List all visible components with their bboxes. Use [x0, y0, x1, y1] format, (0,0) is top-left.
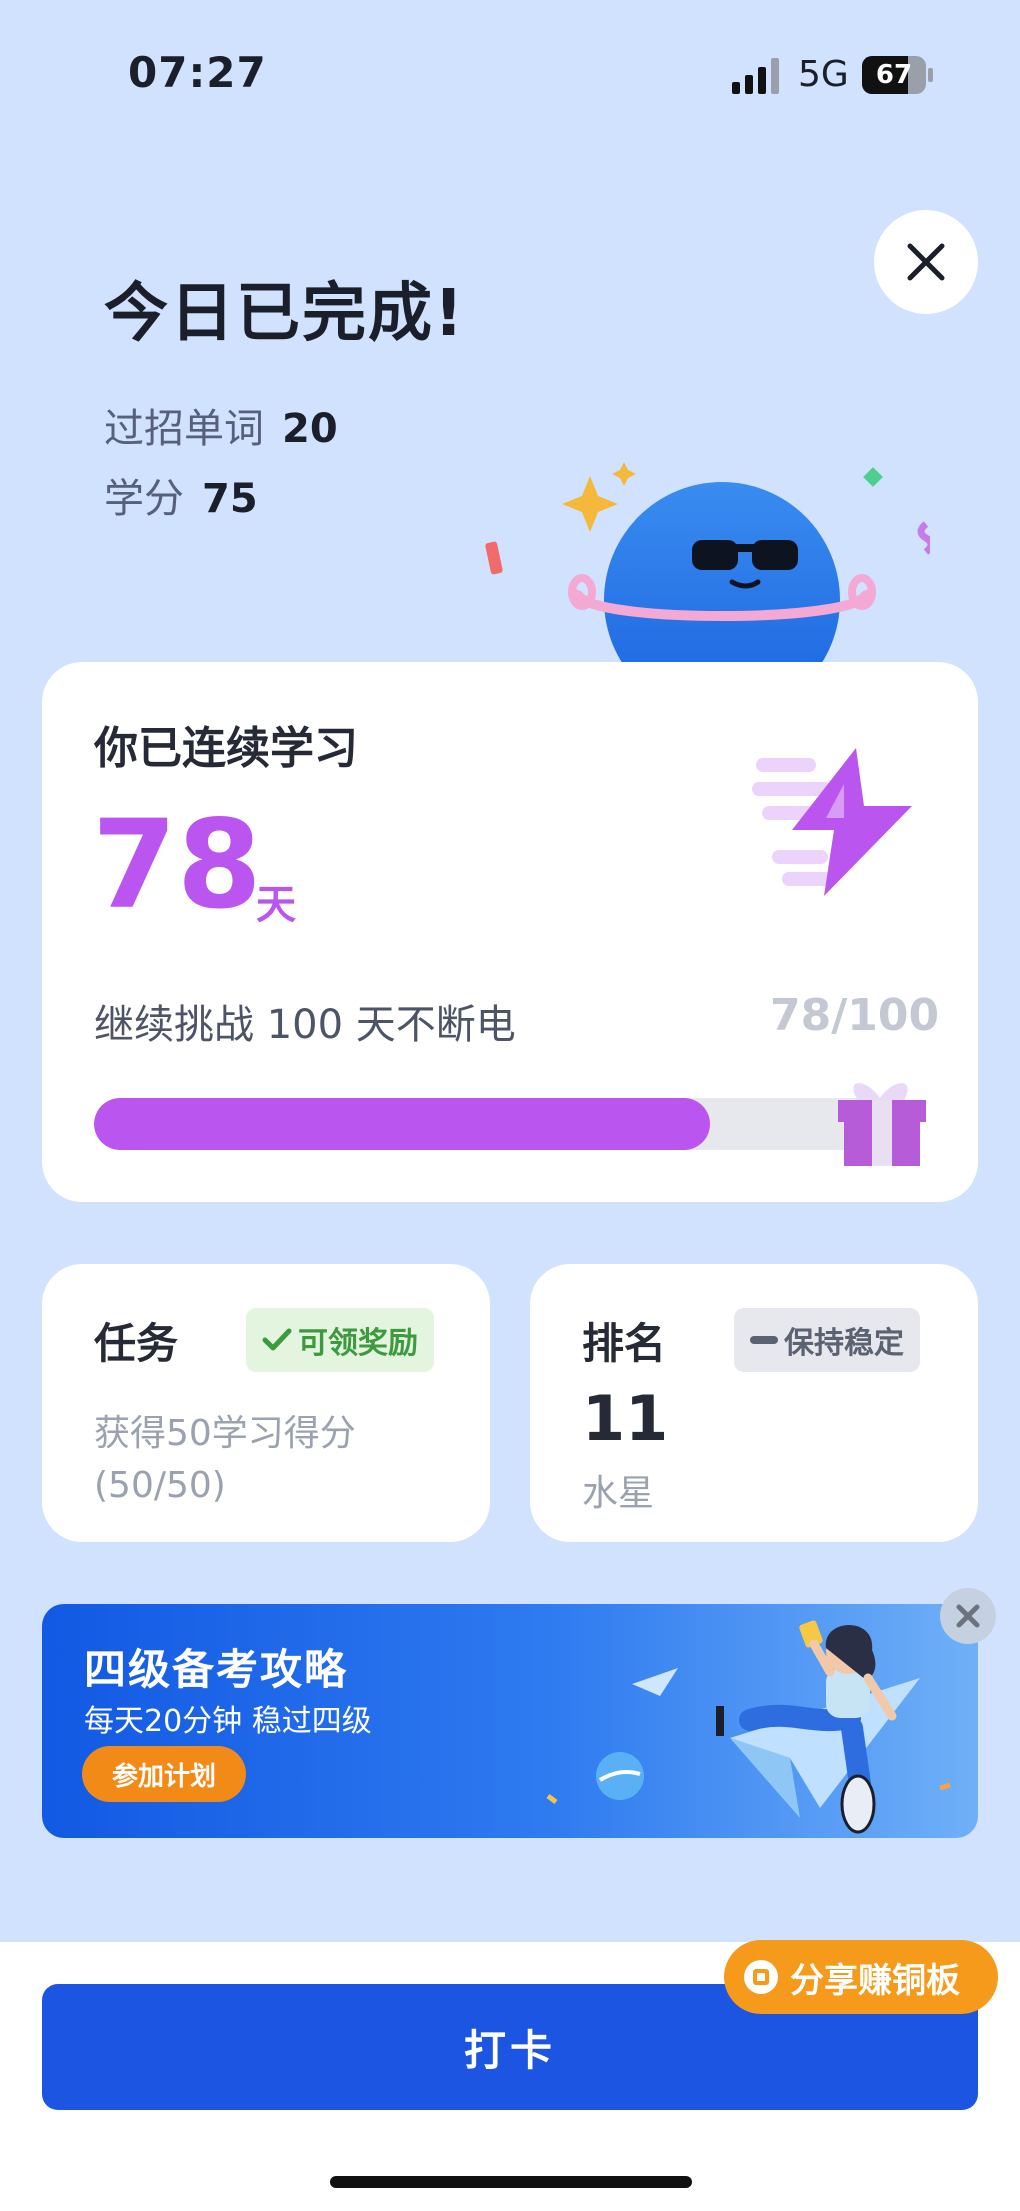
battery-level: 67 — [875, 60, 913, 90]
share-earn-button[interactable]: 分享赚铜板 — [724, 1940, 998, 2014]
stat-credits-value: 75 — [202, 476, 258, 522]
close-icon — [907, 243, 945, 281]
task-description-line1: 获得50学习得分 — [94, 1413, 356, 1454]
minus-icon — [750, 1336, 778, 1344]
stat-words: 过招单词 20 — [104, 396, 338, 454]
task-description: 获得50学习得分 (50/50) — [94, 1408, 356, 1512]
streak-progress-fill — [94, 1098, 711, 1150]
streak-unit: 天 — [256, 882, 296, 928]
challenge-text: 继续挑战 100 天不断电 — [94, 1002, 516, 1048]
check-icon — [262, 1328, 292, 1351]
rank-number: 11 — [582, 1382, 669, 1455]
gift-icon — [838, 1083, 926, 1166]
task-title: 任务 — [94, 1319, 179, 1368]
progress-ratio: 78/100 — [770, 990, 940, 1041]
share-label: 分享赚铜板 — [790, 1960, 960, 2001]
network-label: 5G — [798, 54, 849, 95]
stat-words-value: 20 — [282, 406, 338, 452]
banner-title: 四级备考攻略 — [84, 1645, 349, 1694]
rank-status-badge: 保持稳定 — [734, 1308, 920, 1372]
student-illustration-icon — [546, 1620, 951, 1834]
close-button[interactable] — [874, 210, 978, 314]
streak-label: 你已连续学习 — [94, 723, 358, 774]
rank-status-label: 保持稳定 — [784, 1326, 904, 1361]
page-title: 今日已完成! — [104, 277, 466, 351]
planet-mascot-icon — [485, 462, 930, 670]
status-time: 07:27 — [128, 48, 267, 97]
lightning-icon — [752, 748, 912, 896]
streak-progress-bar — [94, 1098, 884, 1150]
signal-icon — [732, 58, 779, 94]
rank-planet: 水星 — [582, 1473, 655, 1514]
stat-credits-label: 学分 — [104, 476, 184, 522]
streak-days: 78 — [92, 794, 262, 936]
join-plan-button[interactable]: 参加计划 — [82, 1746, 246, 1802]
close-icon — [956, 1604, 980, 1628]
stat-words-label: 过招单词 — [104, 406, 264, 452]
task-description-line2: (50/50) — [94, 1465, 226, 1506]
battery-icon: 67 — [862, 56, 934, 94]
stat-credits: 学分 75 — [104, 466, 258, 524]
reward-badge-label: 可领奖励 — [298, 1326, 418, 1361]
reward-badge[interactable]: 可领奖励 — [246, 1308, 434, 1372]
home-indicator[interactable] — [330, 2176, 692, 2188]
coin-icon — [744, 1960, 778, 1994]
rank-title: 排名 — [582, 1319, 667, 1368]
banner-close-button[interactable] — [940, 1588, 996, 1644]
banner-subtitle: 每天20分钟 稳过四级 — [84, 1704, 372, 1739]
